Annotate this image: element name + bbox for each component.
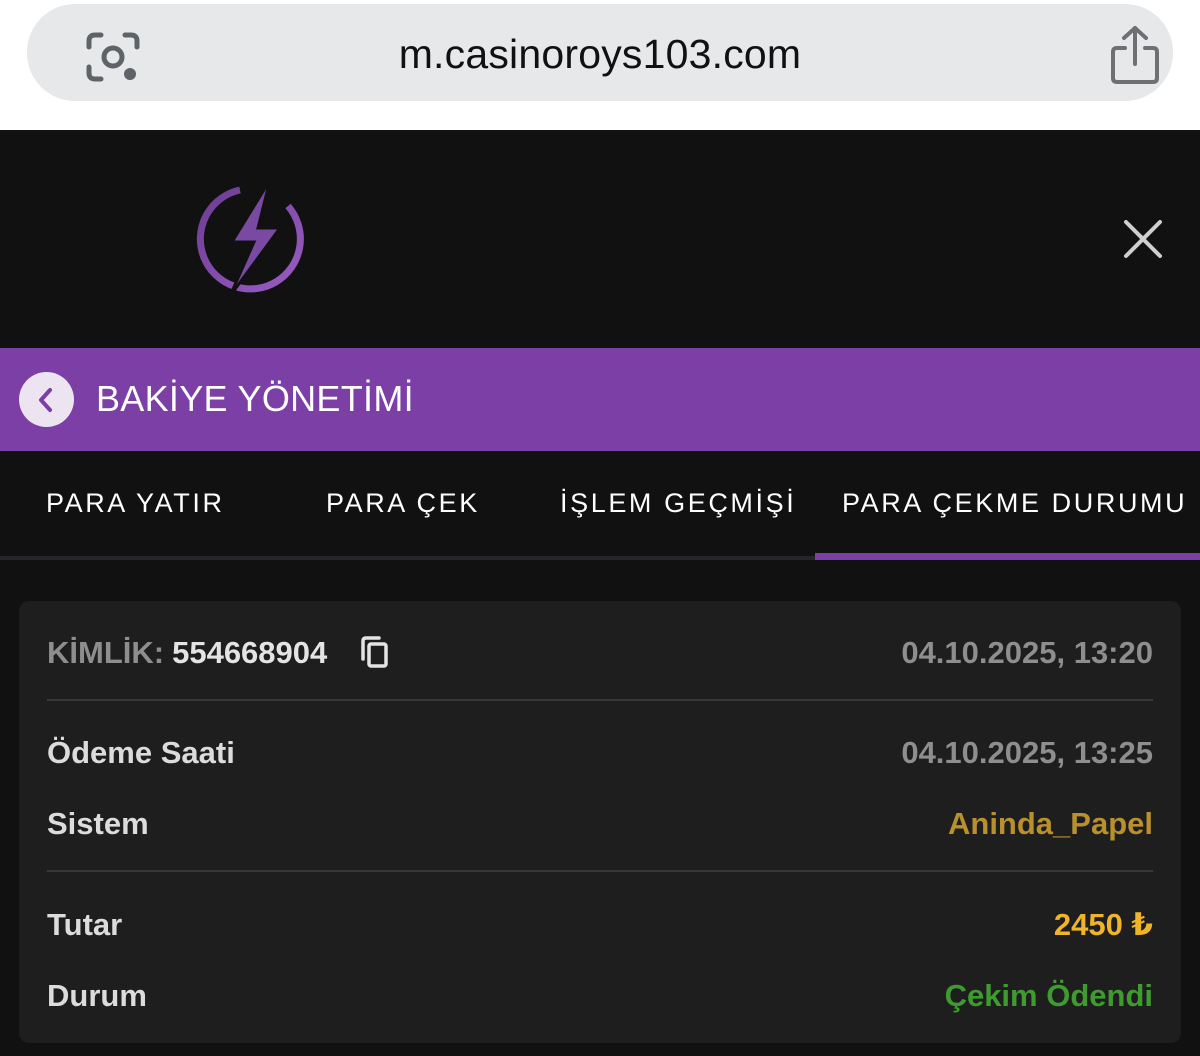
share-icon[interactable] — [1109, 24, 1161, 86]
id-number: 554668904 — [172, 635, 328, 670]
amount-label: Tutar — [47, 907, 123, 942]
back-button[interactable] — [19, 372, 74, 427]
tab-withdraw[interactable]: PARA ÇEK — [326, 488, 480, 519]
tab-withdrawal-status[interactable]: PARA ÇEKME DURUMU — [842, 488, 1187, 519]
url-text[interactable]: m.casinoroys103.com — [27, 31, 1173, 78]
active-tab-indicator — [815, 553, 1200, 560]
copy-icon[interactable] — [359, 635, 391, 669]
status-value: Çekim Ödendi — [944, 978, 1153, 1013]
amount-value: 2450 ₺ — [1053, 907, 1153, 942]
transaction-id: KİMLİK: 554668904 — [47, 635, 327, 671]
status-label: Durum — [47, 978, 147, 1013]
payment-time-label: Ödeme Saati — [47, 735, 235, 770]
id-label: KİMLİK: — [47, 635, 165, 670]
system-label: Sistem — [47, 806, 149, 841]
payment-time-value: 04.10.2025, 13:25 — [901, 735, 1153, 770]
app-header — [0, 130, 1200, 348]
created-datetime: 04.10.2025, 13:20 — [901, 635, 1153, 670]
tab-transaction-history[interactable]: İŞLEM GEÇMİŞİ — [560, 488, 796, 519]
close-icon[interactable] — [1118, 214, 1168, 264]
url-bar[interactable]: m.casinoroys103.com — [27, 4, 1173, 101]
tab-deposit[interactable]: PARA YATIR — [46, 488, 225, 519]
title-bar: BAKİYE YÖNETİMİ — [0, 348, 1200, 451]
page-title: BAKİYE YÖNETİMİ — [96, 378, 414, 419]
divider — [47, 870, 1153, 872]
lightning-bolt-logo[interactable] — [188, 176, 314, 300]
divider — [47, 699, 1153, 701]
chevron-left-icon — [39, 388, 52, 412]
browser-chrome: m.casinoroys103.com — [0, 0, 1200, 130]
system-value: Aninda_Papel — [948, 806, 1153, 841]
tab-bar: PARA YATIR PARA ÇEK İŞLEM GEÇMİŞİ PARA Ç… — [0, 451, 1200, 560]
transaction-card: KİMLİK: 554668904 04.10.2025, 13:20 Ödeme… — [19, 601, 1181, 1043]
